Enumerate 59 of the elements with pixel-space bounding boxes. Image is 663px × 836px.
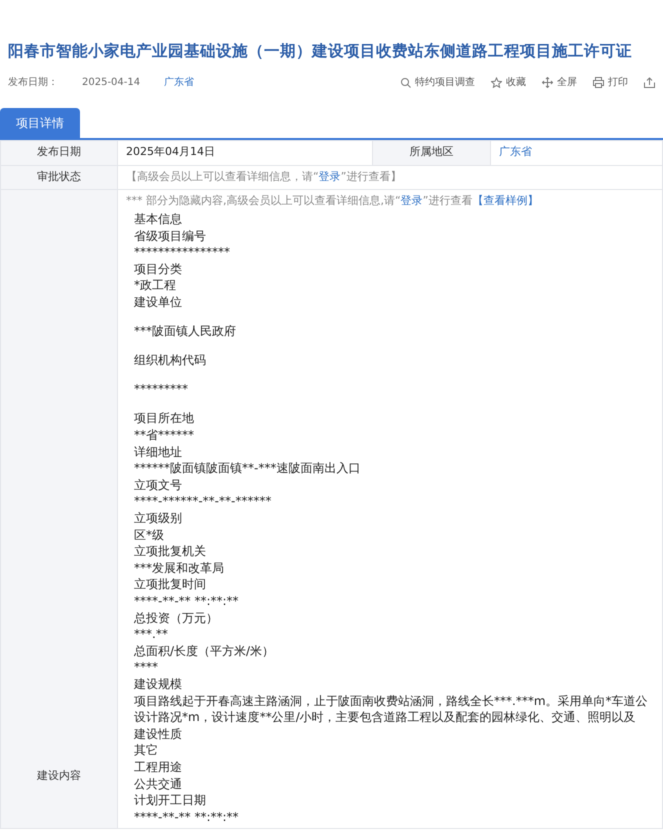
content-line: 设计路况*m，设计速度**公里/小时，主要包含道路工程以及配套的园林绿化、交通、照明以及 [134,709,637,726]
content-line: 项目分类 [134,260,183,278]
content-line: 工程用途 [134,758,183,776]
content-line: 省级项目编号 [134,228,207,244]
content-line: 项目所在地 [134,410,195,428]
upload-icon[interactable] [644,76,655,88]
content-line: **************** [134,244,231,261]
login-notice: 【高级会员以上可以查看详细信息，请“登录”进行查看】 [126,170,402,183]
content-line: 总面积/长度（平方米/米） [134,642,276,660]
field-value: 2025年04月14日 [118,140,372,166]
content-line: ******陂面镇陂面镇**-***速陂面南出入口 [134,460,362,477]
print-icon[interactable] [593,76,604,88]
content-line: **** [134,659,159,676]
content-line: 立项文号 [134,476,183,494]
toolbar-link[interactable]: 特约项目调查 [415,74,475,90]
hidden-content-notice: *** 部分为隐藏内容,高级会员以上可以查看详细信息,请“登录”进行查看 [126,192,472,209]
field-label: 建设内容 [0,189,118,829]
content-line: **省****** [134,427,195,444]
content-line: 立项级别 [134,510,183,527]
move-arrows-icon[interactable] [542,76,553,88]
content-line: 基本信息 [134,211,183,228]
login-link[interactable]: 登录 [400,194,423,207]
content-line: 总投资（万元） [134,610,219,626]
toolbar-link[interactable]: 打印 [608,74,628,90]
search-icon[interactable] [400,76,411,88]
field-label: 发布日期 [0,140,118,166]
content-line: 公共交通 [134,776,183,792]
tab[interactable]: 项目详情 [0,108,80,138]
content-line: ***发展和改革局 [134,560,225,576]
field-label: 审批状态 [0,165,118,190]
page-title: 阳春市智能小家电产业园基础设施（一期）建设项目收费站东侧道路工程项目施工许可证 [7,41,633,61]
content-line: 计划开工日期 [134,792,207,809]
publish-date: 2025-04-14 [82,76,140,90]
login-link[interactable]: 登录 [318,170,341,183]
field-value: 广东省 [490,140,662,166]
date-label: 发布日期： [8,76,58,90]
content-line: 立项批复机关 [134,543,207,560]
content-line: *政工程 [134,277,177,294]
toolbar-link[interactable]: 收藏 [506,74,526,90]
star-icon[interactable] [491,76,502,88]
content-line: 立项批复时间 [134,576,207,593]
content-line: ***.** [134,626,169,643]
region-link[interactable]: 广东省 [164,74,194,90]
content-line: ****-**-** **:**:** [134,592,240,610]
content-line: 其它 [134,742,159,759]
sample-link[interactable]: 【查看样例】 [472,192,538,210]
content-line: 建设性质 [134,726,183,742]
content-line: ********* [134,381,189,398]
content-line: 建设单位 [134,294,183,311]
toolbar-link[interactable]: 全屏 [557,74,577,90]
content-line: ***陂面镇人民政府 [134,323,237,340]
field-label: 所属地区 [372,140,490,166]
content-line: 组织机构代码 [134,352,207,369]
content-line: ****-******-**-**-****** [134,493,272,510]
content-line: ****-**-** **:**:** [134,808,240,826]
content-line: 项目路线起于开春高速主路涵洞，止于陂面南收费站涵洞，路线全长***.***m。采用单向*车道公 [134,692,649,710]
content-line: 建设规模 [134,676,183,693]
content-line: 区*级 [134,526,165,544]
content-line: 详细地址 [134,444,183,460]
